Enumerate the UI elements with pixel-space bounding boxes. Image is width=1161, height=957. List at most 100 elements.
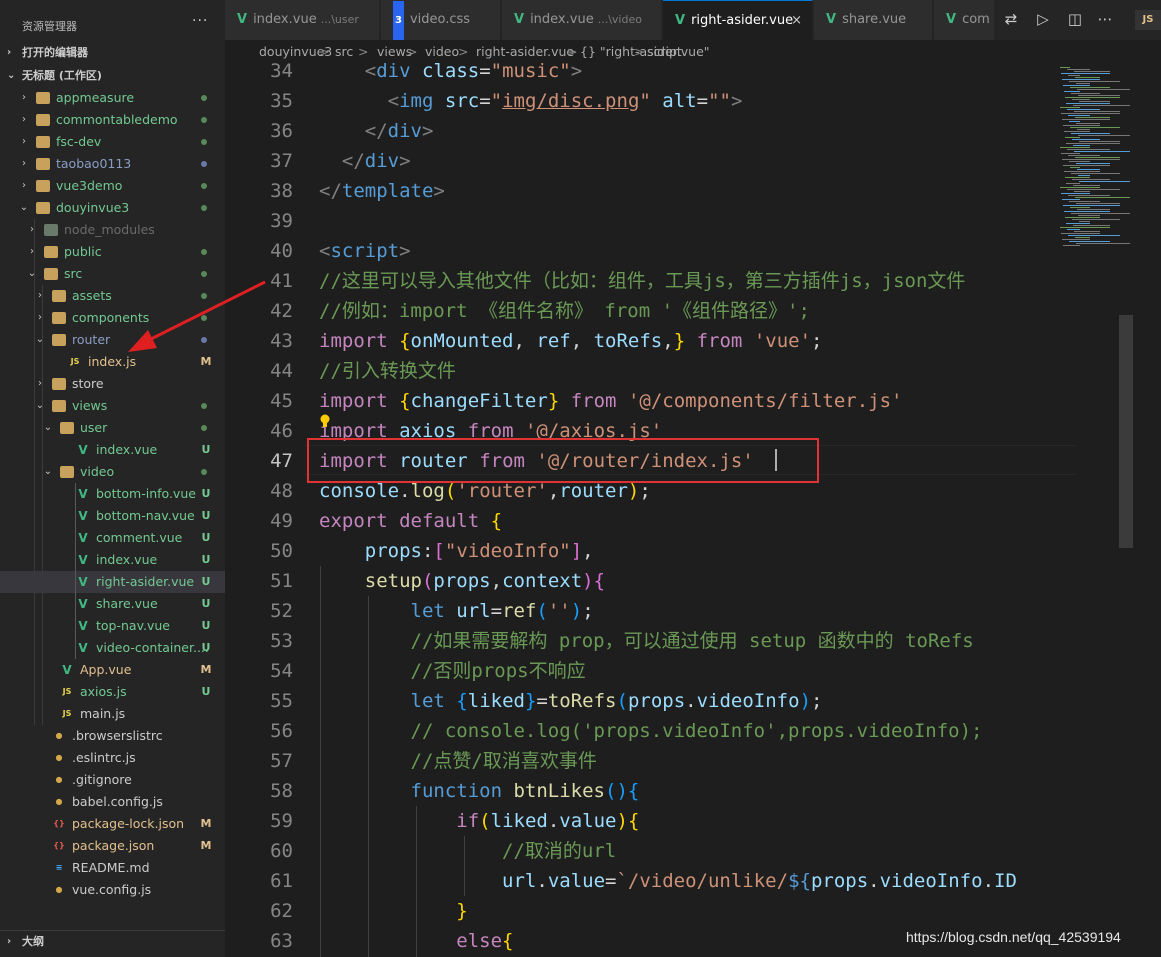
code-line[interactable]: </div> — [319, 146, 1049, 176]
folder-icon — [36, 202, 50, 214]
code-line[interactable]: export default { — [319, 506, 1049, 536]
chevron-right-icon[interactable]: › — [27, 219, 37, 241]
code-line[interactable] — [319, 206, 1049, 236]
tab-right-asider-vue[interactable]: Vright-asider.vue × — [663, 0, 813, 40]
more-actions-icon[interactable]: ⋯ — [1095, 10, 1115, 28]
split-editor-icon[interactable]: ◫ — [1065, 10, 1085, 28]
tab-index-vue-video[interactable]: Vindex.vue ...\video — [502, 0, 662, 40]
code-line[interactable]: url.value=`/video/unlike/${props.videoIn… — [319, 866, 1049, 896]
folder-item[interactable]: › taobao0113 — [0, 153, 225, 175]
chevron-right-icon[interactable]: › — [35, 285, 45, 307]
minimap-line — [1063, 85, 1090, 86]
line-number: 59 — [270, 810, 293, 832]
close-icon[interactable]: × — [791, 1, 802, 40]
chevron-down-icon[interactable]: ⌄ — [43, 417, 53, 439]
file-item[interactable]: ≡ README.md — [0, 857, 225, 879]
vue-icon: V — [78, 531, 88, 545]
item-label: right-asider.vue — [96, 574, 195, 589]
compare-changes-icon[interactable]: ⇄ — [1001, 10, 1021, 28]
folder-item[interactable]: ⌄ douyinvue3 — [0, 197, 225, 219]
code-line[interactable]: //这里可以导入其他文件（比如：组件，工具js，第三方插件js，json文件 — [319, 266, 1049, 296]
code-line[interactable]: props:["videoInfo"], — [319, 536, 1049, 566]
code-line[interactable]: setup(props,context){ — [319, 566, 1049, 596]
line-number: 38 — [270, 180, 293, 202]
file-item[interactable]: ● .gitignore — [0, 769, 225, 791]
breadcrumb-item[interactable]: video — [425, 41, 459, 63]
chevron-down-icon[interactable]: ⌄ — [43, 461, 53, 483]
folder-item[interactable]: › fsc-dev — [0, 131, 225, 153]
chevron-down-icon[interactable]: ⌄ — [35, 329, 45, 351]
tab-video-css[interactable]: 3 video.css — [381, 0, 501, 40]
open-editors-label: 打开的编辑器 — [22, 46, 88, 59]
file-item[interactable]: {} package-lock.json M — [0, 813, 225, 835]
chevron-right-icon[interactable]: › — [19, 109, 29, 131]
code-line[interactable]: <script> — [319, 236, 1049, 266]
code-line[interactable]: let url=ref(''); — [319, 596, 1049, 626]
file-item[interactable]: {} package.json M — [0, 835, 225, 857]
run-icon[interactable]: ▷ — [1033, 10, 1053, 28]
code-line[interactable]: //例如：import 《组件名称》 from '《组件路径》'; — [319, 296, 1049, 326]
folder-icon — [44, 246, 58, 258]
folder-icon — [60, 466, 74, 478]
code-line[interactable]: <img src="img/disc.png" alt=""> — [319, 86, 1049, 116]
outline-section[interactable]: › 大纲 — [0, 930, 225, 952]
workspace-section[interactable]: ⌄ 无标题 (工作区) — [0, 65, 225, 87]
code-line[interactable]: function btnLikes(){ — [319, 776, 1049, 806]
code-line[interactable]: } — [319, 896, 1049, 926]
chevron-down-icon[interactable]: ⌄ — [27, 263, 37, 285]
minimap-line — [1074, 231, 1100, 232]
chevron-right-icon[interactable]: › — [27, 241, 37, 263]
chevron-right-icon[interactable]: › — [35, 373, 45, 395]
breadcrumb-item[interactable]: {} "right-asider.vue" — [580, 41, 710, 63]
folder-item[interactable]: › vue3demo — [0, 175, 225, 197]
code-line[interactable]: </template> — [319, 176, 1049, 206]
code-line[interactable]: <div class="music"> — [319, 63, 1049, 86]
more-actions-icon[interactable]: ··· — [192, 13, 208, 29]
code-line[interactable]: let {liked}=toRefs(props.videoInfo); — [319, 686, 1049, 716]
code-line[interactable]: //点赞/取消喜欢事件 — [319, 746, 1049, 776]
chevron-right-icon[interactable]: › — [19, 87, 29, 109]
file-item[interactable]: ● .browserslistrc — [0, 725, 225, 747]
tab-com[interactable]: Vcom — [934, 0, 995, 40]
scrollbar-thumb[interactable] — [1119, 315, 1133, 548]
chevron-right-icon[interactable]: › — [19, 131, 29, 153]
code-line[interactable]: import {onMounted, ref, toRefs,} from 'v… — [319, 326, 1049, 356]
json-icon: {} — [53, 841, 65, 850]
breadcrumb-separator: > — [634, 44, 645, 59]
minimap-line — [1066, 183, 1080, 184]
tab-index-vue-user[interactable]: Vindex.vue ...\user — [225, 0, 380, 40]
minimap-line — [1075, 157, 1120, 158]
code-editor[interactable]: 34 35 36 37 38 39 40 41 42 43 44 45 46 47 48 49 50 51 52 53… — [225, 63, 1161, 957]
minimap-line — [1070, 127, 1120, 128]
minimap[interactable] — [1052, 63, 1132, 263]
tab-share-vue[interactable]: Vshare.vue — [814, 0, 933, 40]
code-line[interactable]: //取消的url — [319, 836, 1049, 866]
code-line[interactable]: </div> — [319, 116, 1049, 146]
chevron-down-icon[interactable]: ⌄ — [19, 197, 29, 219]
code-line[interactable]: // console.log('props.videoInfo',props.v… — [319, 716, 1049, 746]
code-line[interactable]: if(liked.value){ — [319, 806, 1049, 836]
code-line[interactable]: import {changeFilter} from '@/components… — [319, 386, 1049, 416]
file-item[interactable]: ● .eslintrc.js — [0, 747, 225, 769]
folder-item[interactable]: › commontabledemo — [0, 109, 225, 131]
lightbulb-icon[interactable] — [319, 413, 331, 427]
breadcrumb-item[interactable]: src — [335, 41, 353, 63]
file-item[interactable]: ● vue.config.js — [0, 879, 225, 901]
indent-guide — [464, 836, 465, 896]
file-item[interactable]: ● babel.config.js — [0, 791, 225, 813]
open-editors-section[interactable]: › 打开的编辑器 — [0, 42, 225, 64]
code-line[interactable]: //如果需要解构 prop，可以通过使用 setup 函数中的 toRefs — [319, 626, 1049, 656]
chevron-right-icon[interactable]: › — [19, 153, 29, 175]
folder-item[interactable]: › appmeasure — [0, 87, 225, 109]
chevron-right-icon[interactable]: › — [35, 307, 45, 329]
code-line[interactable]: //否则props不响应 — [319, 656, 1049, 686]
chevron-down-icon[interactable]: ⌄ — [35, 395, 45, 417]
breadcrumb-item[interactable]: script — [647, 41, 682, 63]
chevron-right-icon[interactable]: › — [19, 175, 29, 197]
vue-icon: V — [946, 12, 957, 27]
minimap-line — [1067, 149, 1110, 150]
explorer-sidebar: 资源管理器 ··· › 打开的编辑器 ⌄ 无标题 (工作区) › appmeasu… — [0, 0, 225, 957]
minimap-line — [1079, 221, 1090, 222]
code-line[interactable]: //引入转换文件 — [319, 356, 1049, 386]
breadcrumb-item[interactable]: right-asider.vue — [476, 41, 574, 63]
